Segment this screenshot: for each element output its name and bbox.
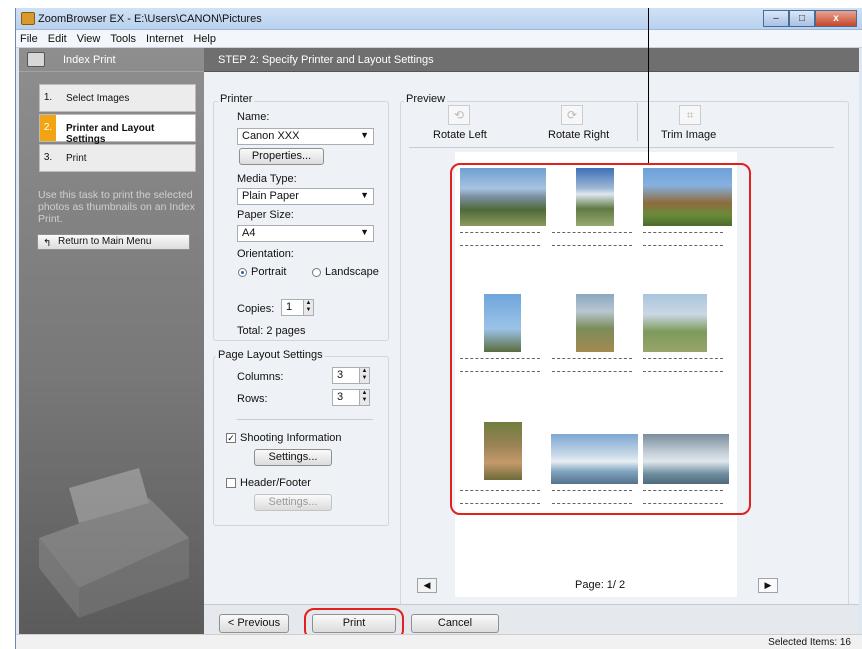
step-label: Printer and Layout Settings <box>66 123 155 145</box>
menu-internet[interactable]: Internet <box>146 33 183 45</box>
main-panel: STEP 2: Specify Printer and Layout Setti… <box>204 48 859 606</box>
properties-button[interactable]: Properties... <box>239 148 324 165</box>
page-indicator: Page: 1/ 2 <box>575 579 626 591</box>
shooting-info-label: Shooting Information <box>240 432 342 444</box>
callout-line <box>648 8 649 163</box>
name-label: Name: <box>237 111 270 123</box>
divider <box>409 147 834 148</box>
app-window: ZoomBrowser EX - E:\Users\CANON\Pictures… <box>15 8 862 649</box>
printer-group-label: Printer <box>218 93 255 105</box>
previous-page-button[interactable]: ◀ <box>417 578 437 593</box>
orientation-label: Orientation: <box>237 248 294 260</box>
sidebar: Index Print 1. Select Images 2. Printer … <box>19 48 204 642</box>
media-type-label: Media Type: <box>237 173 297 185</box>
rotate-right-button[interactable]: Rotate Right <box>548 129 609 141</box>
return-icon: ↰ <box>43 238 52 249</box>
shooting-settings-button[interactable]: Settings... <box>254 449 332 466</box>
portrait-radio[interactable] <box>238 268 247 277</box>
printer-name-value: Canon XXX <box>242 130 300 142</box>
menu-bar: File Edit View Tools Internet Help <box>16 30 862 48</box>
step-number: 2. <box>40 115 56 141</box>
columns-input[interactable]: 3 ▲ ▼ <box>332 367 370 384</box>
selected-items: Selected Items: 16 <box>768 637 851 648</box>
chevron-down-icon: ▼ <box>360 190 369 200</box>
return-to-main-menu-button[interactable]: ↰ Return to Main Menu <box>37 234 190 250</box>
rows-label: Rows: <box>237 393 268 405</box>
portrait-label: Portrait <box>251 266 287 278</box>
paper-size-label: Paper Size: <box>237 209 294 221</box>
rotate-left-icon: ⟲ <box>448 105 470 125</box>
shooting-info-checkbox[interactable]: ✓ <box>226 433 236 443</box>
header-footer-checkbox[interactable] <box>226 478 236 488</box>
menu-file[interactable]: File <box>20 33 38 45</box>
cancel-button[interactable]: Cancel <box>411 614 499 633</box>
menu-edit[interactable]: Edit <box>48 33 67 45</box>
columns-label: Columns: <box>237 371 284 383</box>
chevron-down-icon: ▼ <box>360 130 369 140</box>
close-button[interactable]: x <box>815 10 857 27</box>
header-footer-label: Header/Footer <box>240 477 311 489</box>
previous-button[interactable]: < Previous <box>219 614 289 633</box>
maximize-button[interactable]: □ <box>789 10 815 27</box>
printer-icon <box>27 52 45 67</box>
copies-input[interactable]: 1 ▲ ▼ <box>281 299 314 316</box>
divider <box>237 419 373 420</box>
rotate-left-button[interactable]: Rotate Left <box>433 129 487 141</box>
layout-group-label: Page Layout Settings <box>216 349 325 361</box>
printer-name-select[interactable]: Canon XXX ▼ <box>237 128 374 145</box>
divider <box>637 103 638 141</box>
step-printer-layout[interactable]: 2. Printer and Layout Settings <box>39 114 196 145</box>
media-type-select[interactable]: Plain Paper ▼ <box>237 188 374 205</box>
paper-size-select[interactable]: A4 ▼ <box>237 225 374 242</box>
sidebar-description: Use this task to print the selected phot… <box>38 189 196 225</box>
rows-input[interactable]: 3 ▲ ▼ <box>332 389 370 406</box>
printer-illustration <box>39 468 189 618</box>
step-select-images[interactable]: 1. Select Images <box>39 84 196 112</box>
menu-help[interactable]: Help <box>193 33 216 45</box>
columns-spinner[interactable]: ▲ ▼ <box>359 367 370 384</box>
title-bar: ZoomBrowser EX - E:\Users\CANON\Pictures… <box>16 8 862 30</box>
next-page-button[interactable]: ▶ <box>758 578 778 593</box>
window-title: ZoomBrowser EX - E:\Users\CANON\Pictures <box>38 13 262 25</box>
sidebar-title: Index Print <box>63 54 116 66</box>
paper-size-value: A4 <box>242 227 256 239</box>
chevron-down-icon: ▼ <box>360 227 369 237</box>
status-bar: Selected Items: 16 <box>16 634 862 649</box>
trim-image-button[interactable]: Trim Image <box>661 129 716 141</box>
columns-value: 3 <box>337 369 344 381</box>
rows-spinner[interactable]: ▲ ▼ <box>359 389 370 406</box>
media-type-value: Plain Paper <box>242 190 299 202</box>
step-number: 1. <box>43 92 53 103</box>
landscape-label: Landscape <box>325 266 379 278</box>
step-label: Print <box>66 153 87 164</box>
rows-value: 3 <box>337 391 344 403</box>
return-label: Return to Main Menu <box>58 236 152 247</box>
step-label: Select Images <box>66 93 130 104</box>
step-title: STEP 2: Specify Printer and Layout Setti… <box>218 54 434 66</box>
app-icon <box>21 12 35 25</box>
minimize-button[interactable]: – <box>763 10 789 27</box>
menu-view[interactable]: View <box>77 33 101 45</box>
total-pages: Total: 2 pages <box>237 325 306 337</box>
trim-icon: ⌗ <box>679 105 701 125</box>
preview-highlight <box>450 163 751 515</box>
header-settings-button[interactable]: Settings... <box>254 494 332 511</box>
rotate-right-icon: ⟳ <box>561 105 583 125</box>
copies-label: Copies: <box>237 303 275 315</box>
copies-spinner[interactable]: ▲ ▼ <box>303 299 314 316</box>
step-print[interactable]: 3. Print <box>39 144 196 172</box>
copies-value: 1 <box>286 301 293 313</box>
step-number: 3. <box>43 152 53 163</box>
landscape-radio[interactable] <box>312 268 321 277</box>
preview-group-label: Preview <box>404 93 448 105</box>
menu-tools[interactable]: Tools <box>110 33 136 45</box>
